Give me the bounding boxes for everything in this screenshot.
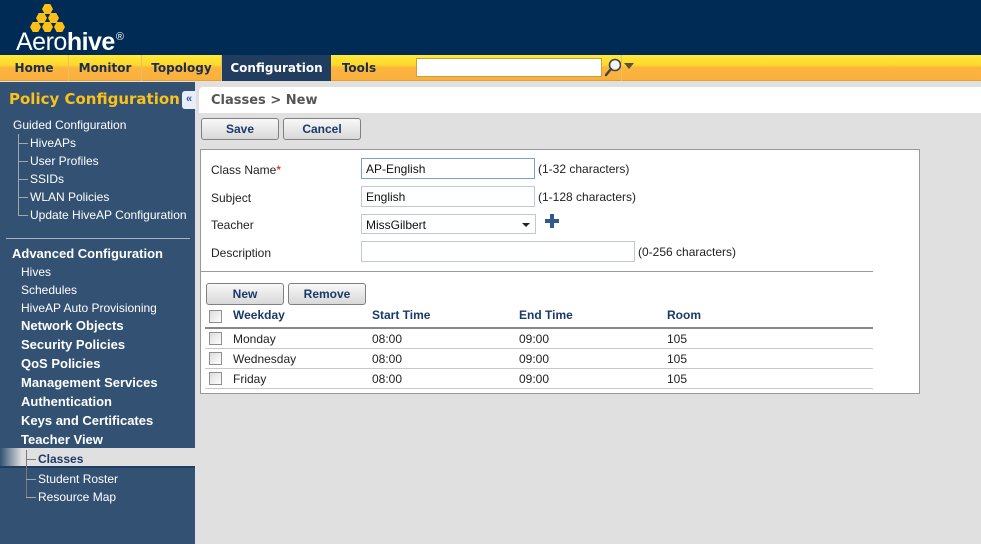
class-name-hint: (1-32 characters)	[538, 162, 630, 176]
tree-line	[18, 179, 28, 180]
row-checkbox[interactable]	[209, 332, 222, 345]
collapse-sidebar-button[interactable]: «	[182, 91, 196, 109]
column-header-room[interactable]: Room	[667, 308, 701, 322]
tab-tools[interactable]: Tools	[331, 55, 387, 81]
teacher-label: Teacher	[211, 218, 254, 232]
form-separator	[201, 271, 873, 272]
row-checkbox[interactable]	[209, 352, 222, 365]
tree-line	[26, 459, 36, 460]
class-name-input[interactable]	[361, 158, 535, 179]
table-row[interactable]: Monday 08:00 09:00 105	[205, 329, 873, 349]
chevron-down-icon	[522, 223, 530, 227]
sidebar-item-management-services[interactable]: Management Services	[21, 375, 158, 390]
end-time-cell: 09:00	[519, 332, 550, 346]
sidebar-item-hiveap-auto-provisioning[interactable]: HiveAP Auto Provisioning	[21, 301, 157, 315]
end-time-cell: 09:00	[519, 352, 550, 366]
sidebar-item-qos-policies[interactable]: QoS Policies	[21, 356, 100, 371]
brand-name: Aerohive®	[16, 28, 124, 57]
room-cell: 105	[667, 352, 688, 366]
room-cell: 105	[667, 372, 688, 386]
tree-line	[18, 143, 28, 144]
search-input[interactable]	[416, 58, 602, 77]
sidebar-title: Policy Configuration	[9, 90, 180, 108]
sidebar-item-ssids[interactable]: SSIDs	[30, 172, 64, 186]
sidebar-item-keys-and-certificates[interactable]: Keys and Certificates	[21, 413, 153, 428]
tab-topology[interactable]: Topology	[142, 55, 222, 81]
table-row[interactable]: Wednesday 08:00 09:00 105	[205, 349, 873, 369]
aerohive-logo[interactable]: Aerohive®	[14, 4, 134, 57]
table-row[interactable]: Friday 08:00 09:00 105	[205, 369, 873, 389]
sidebar-item-hiveaps[interactable]: HiveAPs	[30, 136, 76, 150]
sidebar-selected-highlight	[0, 448, 195, 468]
sidebar-guided-configuration[interactable]: Guided Configuration	[13, 118, 126, 132]
sidebar-item-user-profiles[interactable]: User Profiles	[30, 154, 99, 168]
sidebar-item-resource-map[interactable]: Resource Map	[38, 490, 116, 504]
sidebar-item-classes[interactable]: Classes	[38, 452, 83, 466]
sidebar-divider	[6, 238, 190, 239]
add-teacher-plus-icon[interactable]	[545, 214, 559, 228]
required-mark: *	[276, 163, 282, 177]
tree-line	[18, 134, 19, 215]
class-form-panel: Class Name* (1-32 characters) Subject (1…	[200, 149, 920, 394]
tree-line	[18, 215, 28, 216]
class-name-label-text: Class Name	[211, 163, 277, 177]
sidebar: Policy Configuration « Guided Configurat…	[0, 82, 196, 544]
brand-bold: hive	[66, 28, 116, 56]
end-time-cell: 09:00	[519, 372, 550, 386]
sidebar-item-hives[interactable]: Hives	[21, 265, 51, 279]
remove-schedule-button[interactable]: Remove	[288, 283, 366, 305]
search-icon[interactable]	[604, 58, 622, 78]
select-all-checkbox[interactable]	[209, 310, 222, 323]
sidebar-item-wlan-policies[interactable]: WLAN Policies	[30, 190, 109, 204]
breadcrumb: Classes > New	[211, 93, 318, 108]
tree-line	[26, 450, 27, 497]
page-title-bar: Classes > New	[199, 87, 981, 113]
teacher-selected-value: MissGilbert	[366, 218, 427, 232]
sidebar-item-network-objects[interactable]: Network Objects	[21, 318, 124, 333]
tab-home[interactable]: Home	[0, 55, 69, 81]
registered-mark: ®	[115, 31, 124, 43]
tree-line	[26, 497, 36, 498]
sidebar-advanced-configuration[interactable]: Advanced Configuration	[12, 246, 163, 261]
new-schedule-button[interactable]: New	[206, 283, 284, 305]
start-time-cell: 08:00	[372, 332, 403, 346]
nav-separator	[621, 55, 622, 81]
subject-hint: (1-128 characters)	[538, 190, 637, 204]
sidebar-item-security-policies[interactable]: Security Policies	[21, 337, 125, 352]
subject-input[interactable]	[361, 186, 535, 207]
start-time-cell: 08:00	[372, 372, 403, 386]
start-time-cell: 08:00	[372, 352, 403, 366]
tab-monitor[interactable]: Monitor	[69, 55, 142, 81]
description-input[interactable]	[361, 241, 635, 262]
tree-line	[18, 197, 28, 198]
main-nav: Home Monitor Topology Configuration Tool…	[0, 55, 981, 81]
room-cell: 105	[667, 332, 688, 346]
app-header: Aerohive®	[0, 0, 981, 57]
weekday-cell: Monday	[233, 332, 276, 346]
sidebar-item-student-roster[interactable]: Student Roster	[38, 472, 118, 486]
sidebar-item-update-hiveap-configuration[interactable]: Update HiveAP Configuration	[30, 208, 187, 222]
class-name-label: Class Name*	[211, 163, 281, 177]
description-label: Description	[211, 246, 272, 260]
weekday-cell: Friday	[233, 372, 267, 386]
selection-gradient	[0, 448, 22, 466]
subject-label: Subject	[211, 191, 252, 205]
tree-line	[26, 479, 36, 480]
tree-line	[18, 161, 28, 162]
column-header-end-time[interactable]: End Time	[519, 308, 573, 322]
sidebar-item-teacher-view[interactable]: Teacher View	[21, 432, 103, 447]
weekday-cell: Wednesday	[233, 352, 297, 366]
row-checkbox[interactable]	[209, 372, 222, 385]
sidebar-item-authentication[interactable]: Authentication	[21, 394, 112, 409]
sidebar-item-schedules[interactable]: Schedules	[21, 283, 77, 297]
cancel-button[interactable]: Cancel	[283, 118, 361, 140]
search-options-dropdown-icon[interactable]	[624, 63, 634, 69]
tab-configuration[interactable]: Configuration	[222, 55, 331, 81]
description-hint: (0-256 characters)	[638, 245, 737, 259]
brand-prefix: Aero	[16, 28, 67, 56]
teacher-select[interactable]: MissGilbert	[361, 214, 536, 234]
column-header-start-time[interactable]: Start Time	[372, 308, 430, 322]
column-header-weekday[interactable]: Weekday	[233, 308, 285, 322]
save-button[interactable]: Save	[201, 118, 279, 140]
